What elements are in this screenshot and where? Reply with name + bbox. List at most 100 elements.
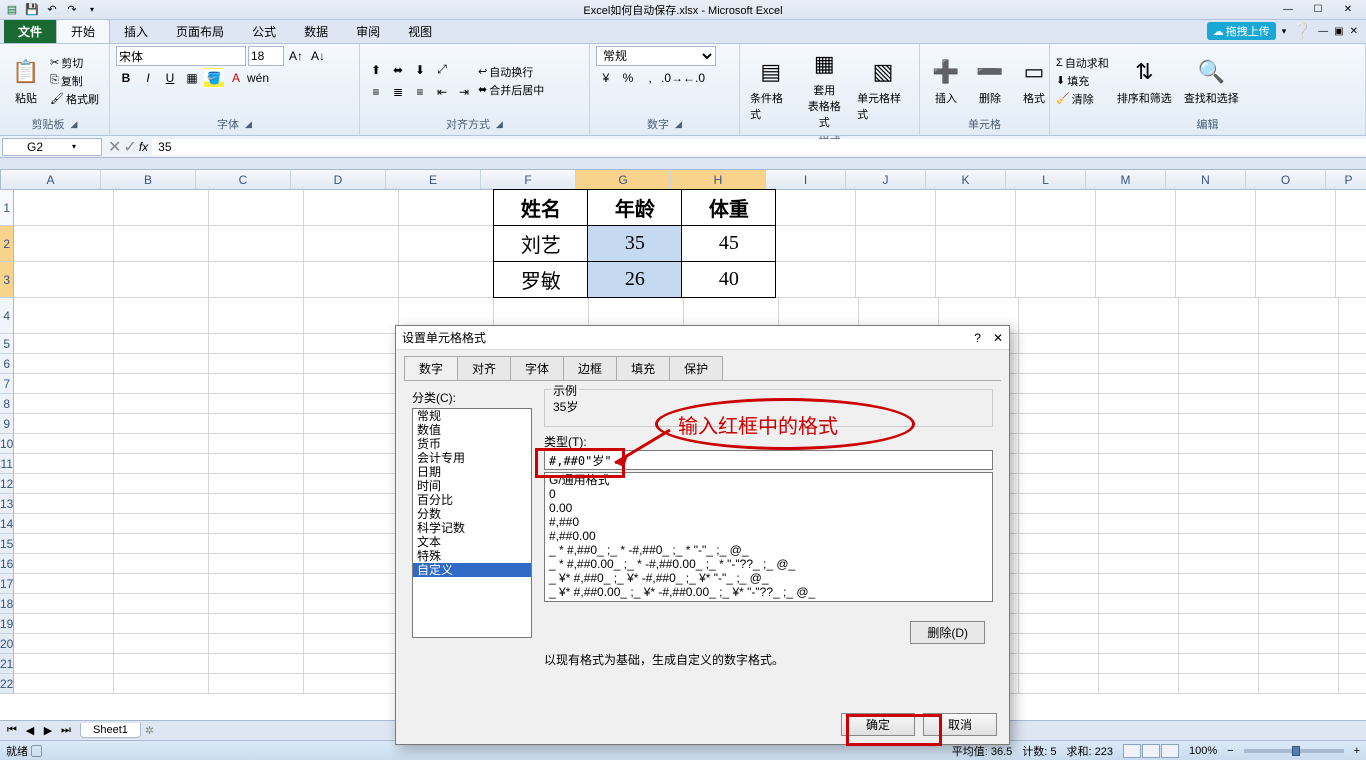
cell[interactable]	[1019, 374, 1099, 394]
font-name-combo[interactable]	[116, 46, 246, 66]
cell[interactable]	[1099, 574, 1179, 594]
cell[interactable]	[1179, 654, 1259, 674]
cell[interactable]	[1259, 614, 1339, 634]
cell[interactable]	[1179, 298, 1259, 334]
tab-file[interactable]: 文件	[4, 20, 56, 43]
cell[interactable]	[209, 414, 304, 434]
col-header[interactable]: G	[576, 170, 671, 189]
cell[interactable]	[304, 494, 399, 514]
cell[interactable]	[304, 514, 399, 534]
fill-color-button[interactable]: 🪣	[204, 68, 224, 88]
cell[interactable]	[1099, 634, 1179, 654]
cell[interactable]	[114, 190, 209, 226]
cell[interactable]	[1259, 414, 1339, 434]
cell[interactable]	[14, 594, 114, 614]
cell[interactable]	[1339, 434, 1366, 454]
col-header[interactable]: P	[1326, 170, 1366, 189]
cell[interactable]	[1259, 354, 1339, 374]
align-middle-icon[interactable]: ⬌	[388, 60, 408, 80]
zoom-slider[interactable]	[1244, 749, 1344, 753]
cell[interactable]	[1099, 454, 1179, 474]
col-header[interactable]: J	[846, 170, 926, 189]
cell[interactable]	[14, 190, 114, 226]
type-list-item[interactable]: #,##0	[545, 515, 992, 529]
redo-icon[interactable]: ↷	[64, 2, 80, 18]
col-header[interactable]: O	[1246, 170, 1326, 189]
cell[interactable]	[114, 534, 209, 554]
cell[interactable]	[1339, 594, 1366, 614]
cell[interactable]	[1019, 574, 1099, 594]
minimize-button[interactable]: —	[1274, 2, 1302, 18]
cell[interactable]	[1179, 614, 1259, 634]
cell[interactable]	[776, 190, 856, 226]
qat-dropdown-icon[interactable]: ▾	[84, 2, 100, 18]
bold-button[interactable]: B	[116, 68, 136, 88]
cell[interactable]	[304, 674, 399, 694]
dialog-tab[interactable]: 填充	[616, 356, 670, 380]
cell[interactable]: 体重	[681, 189, 776, 226]
cell[interactable]	[209, 514, 304, 534]
type-input[interactable]	[544, 450, 993, 470]
cell[interactable]	[114, 298, 209, 334]
cell[interactable]	[1259, 554, 1339, 574]
cell[interactable]	[1259, 674, 1339, 694]
category-list[interactable]: 常规数值货币会计专用日期时间百分比分数科学记数文本特殊自定义	[412, 408, 532, 638]
cell[interactable]	[399, 226, 494, 262]
cell[interactable]	[1259, 494, 1339, 514]
cell[interactable]	[1019, 414, 1099, 434]
cell[interactable]: 罗敏	[493, 261, 588, 298]
category-item[interactable]: 数值	[413, 423, 531, 437]
cell[interactable]	[114, 334, 209, 354]
cell[interactable]	[1179, 354, 1259, 374]
font-color-button[interactable]: A	[226, 68, 246, 88]
zoom-in-icon[interactable]: +	[1354, 745, 1360, 757]
cell[interactable]	[114, 554, 209, 574]
cell[interactable]	[304, 654, 399, 674]
cell[interactable]	[776, 226, 856, 262]
cell[interactable]	[14, 514, 114, 534]
cell[interactable]	[1099, 594, 1179, 614]
cell[interactable]	[209, 634, 304, 654]
col-header[interactable]: M	[1086, 170, 1166, 189]
row-header[interactable]: 3	[0, 262, 14, 298]
row-header[interactable]: 18	[0, 594, 14, 614]
cell[interactable]: 姓名	[493, 189, 588, 226]
cell[interactable]	[304, 262, 399, 298]
cell[interactable]	[856, 190, 936, 226]
row-header[interactable]: 4	[0, 298, 14, 334]
sheet-tab[interactable]: Sheet1	[80, 723, 141, 738]
cell[interactable]	[1259, 574, 1339, 594]
cell[interactable]	[776, 262, 856, 298]
col-header[interactable]: I	[766, 170, 846, 189]
type-list-item[interactable]: G/通用格式	[545, 473, 992, 487]
cell[interactable]	[1019, 494, 1099, 514]
cell[interactable]	[1339, 354, 1366, 374]
row-header[interactable]: 10	[0, 434, 14, 454]
row-header[interactable]: 21	[0, 654, 14, 674]
cell[interactable]	[209, 674, 304, 694]
cell[interactable]	[1096, 262, 1176, 298]
number-format-combo[interactable]: 常规	[596, 46, 716, 66]
cell[interactable]	[304, 354, 399, 374]
fill-button[interactable]: ⬇填充	[1056, 73, 1109, 89]
cell[interactable]	[114, 226, 209, 262]
cell[interactable]	[1339, 298, 1366, 334]
cell[interactable]	[1099, 514, 1179, 534]
category-item[interactable]: 科学记数	[413, 521, 531, 535]
cut-button[interactable]: ✂剪切	[50, 55, 99, 71]
cell[interactable]	[114, 634, 209, 654]
align-top-icon[interactable]: ⬆	[366, 60, 386, 80]
cell[interactable]	[1099, 554, 1179, 574]
cell[interactable]	[1339, 514, 1366, 534]
cell[interactable]	[114, 354, 209, 374]
grow-font-icon[interactable]: A↑	[286, 46, 306, 66]
col-header[interactable]: N	[1166, 170, 1246, 189]
cell[interactable]	[209, 374, 304, 394]
cell[interactable]	[1259, 434, 1339, 454]
category-item[interactable]: 会计专用	[413, 451, 531, 465]
type-list-item[interactable]: _ * #,##0_ ;_ * -#,##0_ ;_ * "-"_ ;_ @_	[545, 543, 992, 557]
cell[interactable]	[1099, 374, 1179, 394]
tab-home[interactable]: 开始	[56, 19, 110, 43]
cell[interactable]	[856, 262, 936, 298]
cell[interactable]	[1336, 226, 1366, 262]
